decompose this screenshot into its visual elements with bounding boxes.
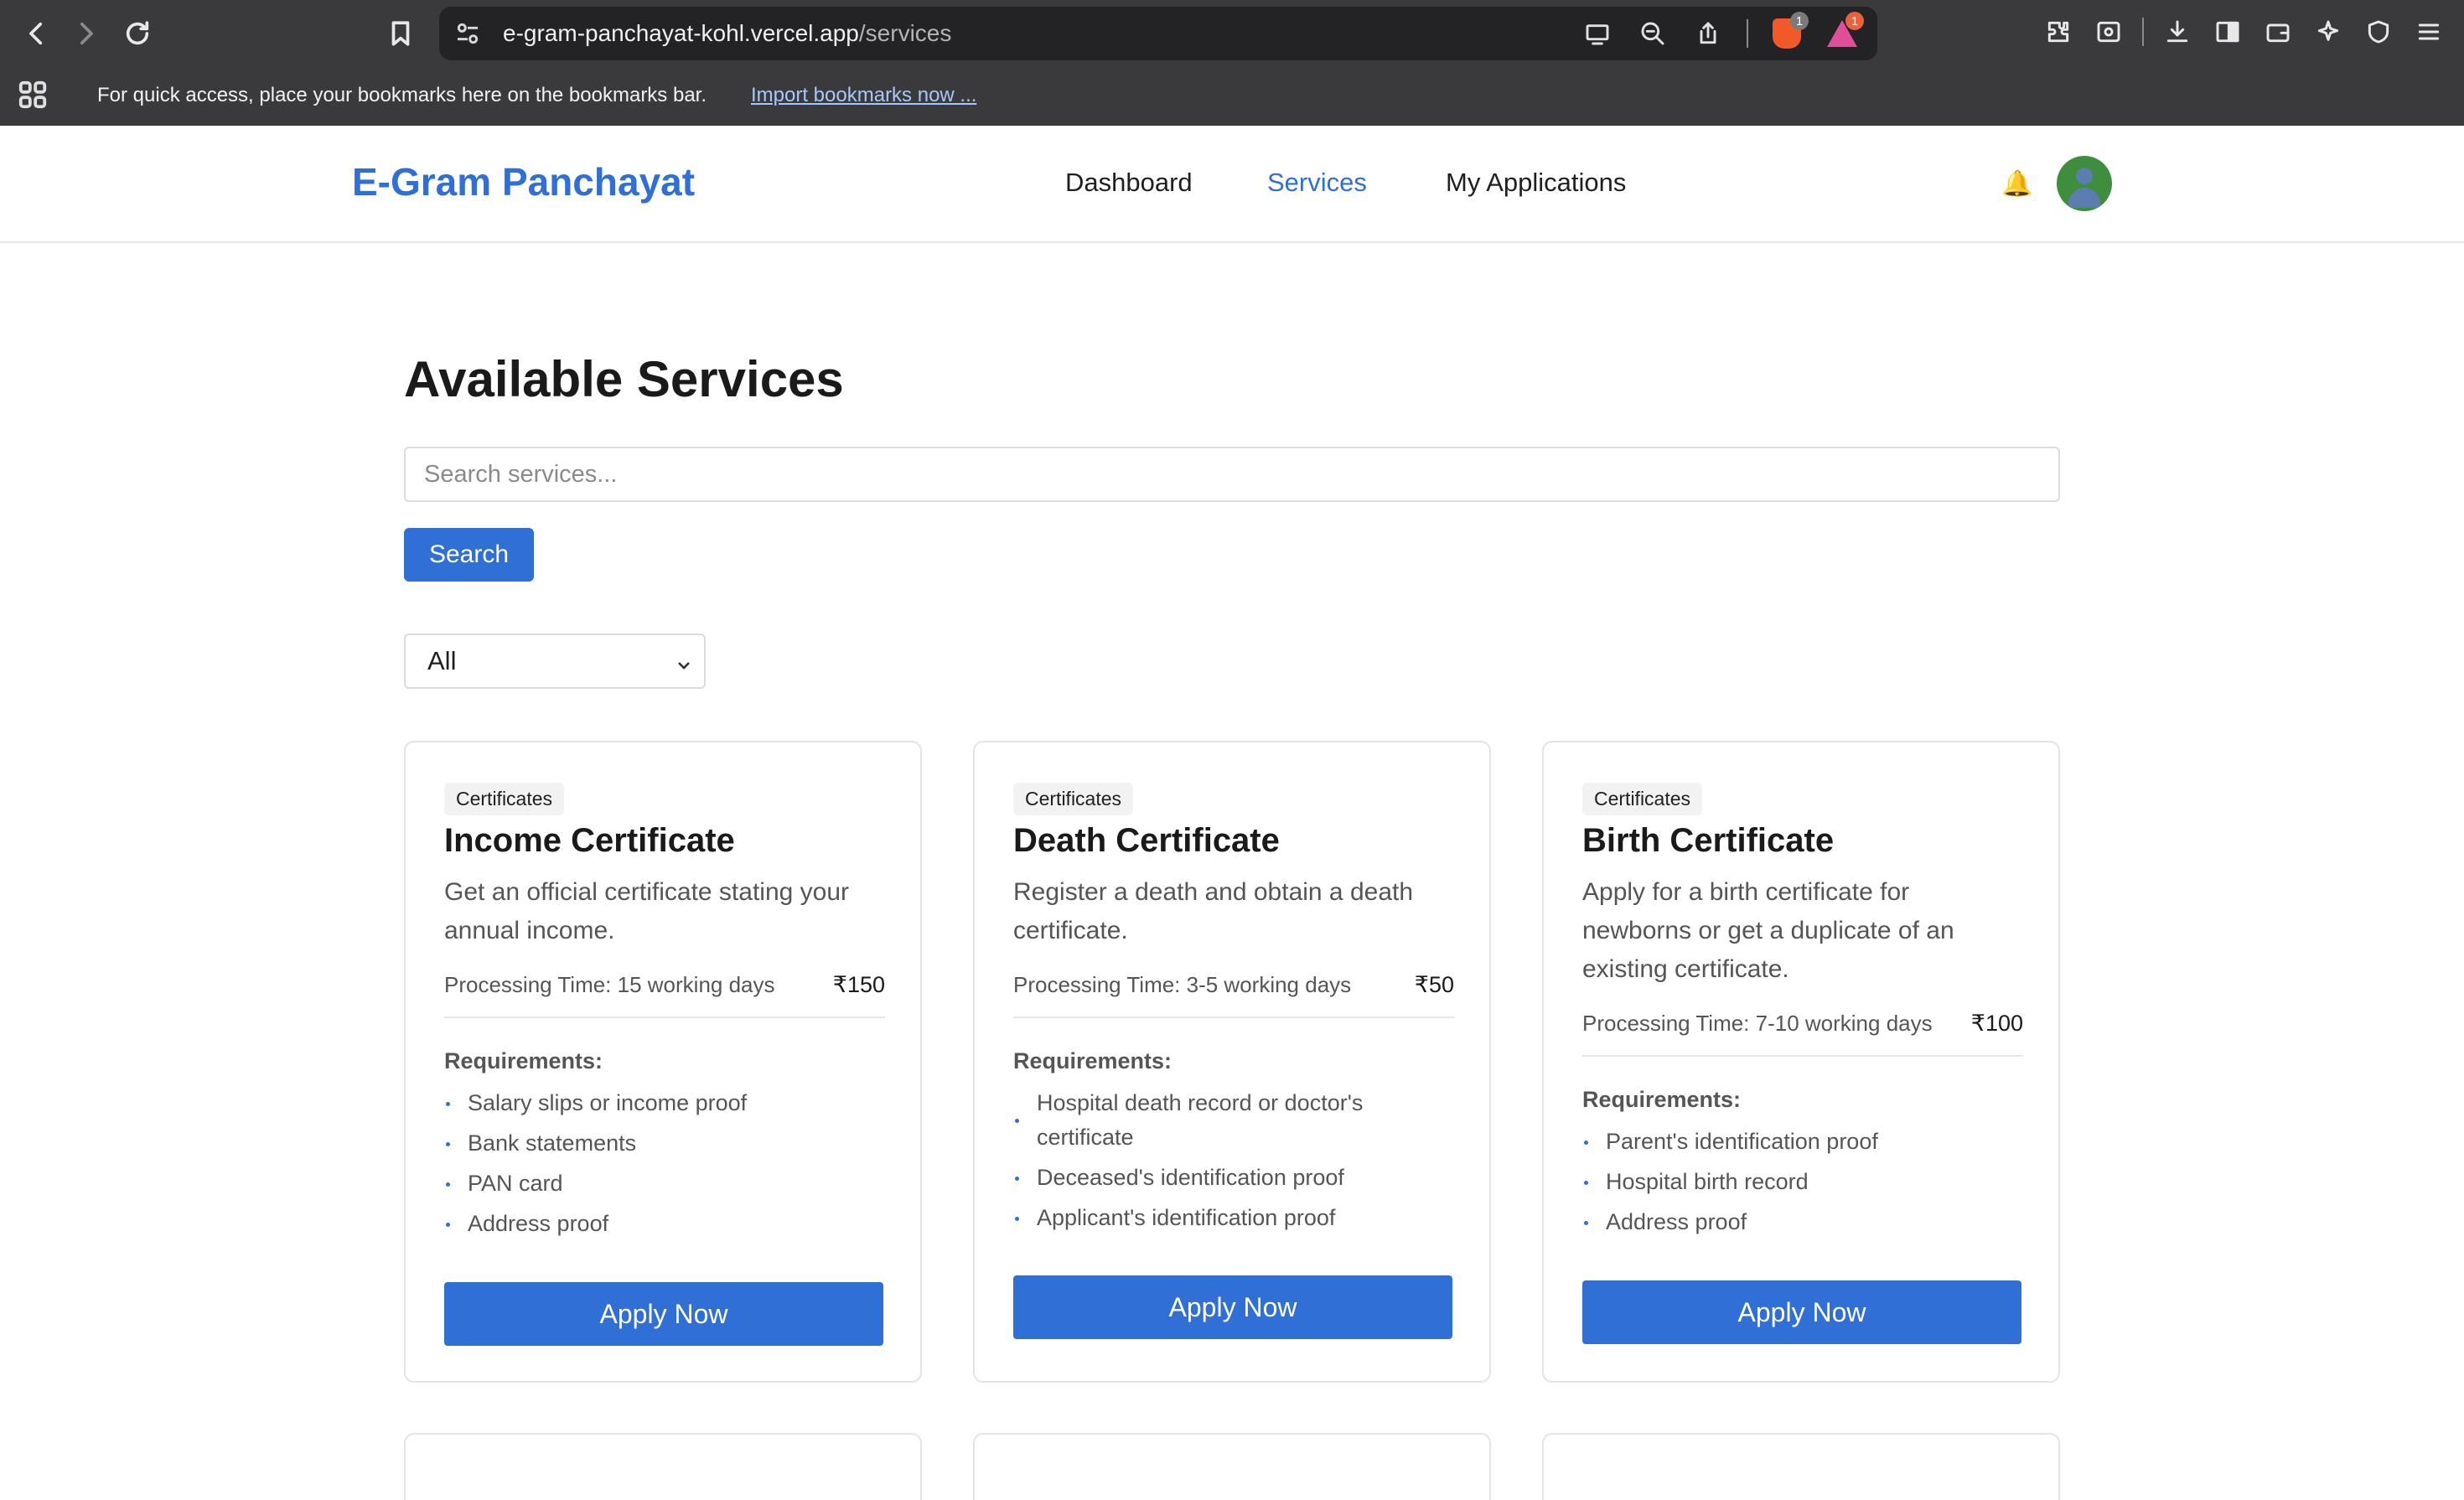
shields-badge: 1 (1790, 12, 1809, 30)
apply-now-button[interactable]: Apply Now (1582, 1280, 2021, 1344)
service-card-birth: Certificates Birth Certificate Apply for… (1542, 741, 2060, 1383)
vpn-shield-icon[interactable] (2362, 15, 2395, 49)
card-meta: Processing Time: 3-5 working days ₹50 (1013, 972, 1454, 998)
site-settings-icon[interactable] (454, 20, 481, 47)
card-title: Birth Certificate (1582, 822, 1835, 859)
requirement-item: Hospital death record or doctor's certif… (1013, 1086, 1454, 1155)
search-input[interactable] (404, 447, 2060, 502)
search-button[interactable]: Search (404, 528, 534, 582)
card-description: Get an official certificate stating your… (444, 878, 850, 944)
processing-time: Processing Time: 3-5 working days (1013, 972, 1352, 997)
divider (1582, 1055, 2023, 1057)
zoom-out-icon[interactable] (1636, 17, 1669, 50)
bookmarks-message: For quick access, place your bookmarks h… (97, 84, 707, 106)
nav-my-applications[interactable]: My Applications (1446, 168, 1626, 198)
card-description: Register a death and obtain a death cert… (1013, 878, 1414, 944)
category-filter-select[interactable]: All (404, 634, 706, 689)
extensions-icon[interactable] (2042, 15, 2075, 49)
requirement-item: Address proof (444, 1207, 885, 1241)
brand-logo[interactable]: E-Gram Panchayat (352, 159, 695, 204)
filter-selected-value: All (427, 646, 457, 675)
apply-now-button[interactable]: Apply Now (444, 1282, 883, 1346)
service-card-partial (1542, 1433, 2060, 1500)
browser-toolbar: e-gram-panchayat-kohl.vercel.app/service… (0, 0, 2464, 67)
service-fee: ₹100 (1970, 1011, 2023, 1036)
url-text[interactable]: e-gram-panchayat-kohl.vercel.app/service… (503, 20, 951, 47)
requirement-item: Applicant's identification proof (1013, 1201, 1454, 1235)
toolbar-separator (1747, 19, 1748, 48)
requirements-list: Parent's identification proof Hospital b… (1582, 1125, 2023, 1239)
import-bookmarks-link[interactable]: Import bookmarks now ... (751, 84, 976, 107)
requirements-heading: Requirements: (444, 1048, 603, 1073)
card-title: Death Certificate (1013, 822, 1280, 859)
chevron-down-icon (674, 652, 694, 672)
forward-icon[interactable] (67, 15, 104, 52)
divider (444, 1016, 885, 1018)
apply-now-button[interactable]: Apply Now (1013, 1275, 1452, 1339)
divider (1013, 1016, 1454, 1018)
service-fee: ₹150 (832, 972, 885, 997)
card-meta: Processing Time: 15 working days ₹150 (444, 972, 885, 998)
url-host: e-gram-panchayat-kohl.vercel.app (503, 20, 859, 46)
service-fee: ₹50 (1414, 972, 1454, 997)
requirements-heading: Requirements: (1582, 1087, 1742, 1112)
menu-icon[interactable] (2412, 15, 2446, 49)
card-meta: Processing Time: 7-10 working days ₹100 (1582, 1011, 2023, 1037)
requirements-heading: Requirements: (1013, 1048, 1172, 1073)
requirements-list: Salary slips or income proof Bank statem… (444, 1086, 885, 1241)
card-description: Apply for a birth certificate for newbor… (1582, 878, 1954, 983)
category-tag: Certificates (1013, 783, 1134, 815)
address-bar[interactable]: e-gram-panchayat-kohl.vercel.app/service… (439, 7, 1877, 60)
app-header: E-Gram Panchayat Dashboard Services My A… (0, 126, 2464, 243)
requirements-list: Hospital death record or doctor's certif… (1013, 1086, 1454, 1235)
bell-icon[interactable]: 🔔 (2001, 169, 2032, 199)
avatar[interactable] (2057, 156, 2112, 211)
brave-shields-icon[interactable]: 1 (1770, 12, 1809, 50)
reload-icon[interactable] (119, 15, 156, 52)
service-card-partial (404, 1433, 922, 1500)
service-card-income: Certificates Income Certificate Get an o… (404, 741, 922, 1383)
leo-ai-icon[interactable] (2311, 15, 2345, 49)
share-icon[interactable] (1691, 17, 1725, 50)
nav-dashboard[interactable]: Dashboard (1065, 168, 1193, 198)
requirement-item: Salary slips or income proof (444, 1086, 885, 1120)
bookmark-icon[interactable] (382, 15, 419, 52)
requirement-item: Deceased's identification proof (1013, 1161, 1454, 1195)
requirement-item: Bank statements (444, 1126, 885, 1161)
category-tag: Certificates (444, 783, 565, 815)
url-path: /services (858, 20, 952, 46)
category-tag: Certificates (1582, 783, 1703, 815)
requirement-item: PAN card (444, 1166, 885, 1201)
toolbar-separator-2 (2142, 18, 2144, 46)
back-icon[interactable] (18, 15, 55, 52)
nav-services[interactable]: Services (1267, 168, 1367, 198)
requirement-item: Parent's identification proof (1582, 1125, 2023, 1159)
processing-time: Processing Time: 15 working days (444, 972, 775, 997)
apps-grid-icon[interactable] (17, 79, 49, 111)
wallet-icon[interactable] (2261, 15, 2295, 49)
cast-icon[interactable] (1581, 17, 1614, 50)
card-title: Income Certificate (444, 822, 735, 859)
sidebar-toggle-icon[interactable] (2211, 15, 2244, 49)
brave-rewards-icon[interactable]: 1 (1825, 12, 1864, 50)
reader-mode-icon[interactable] (2092, 15, 2125, 49)
service-card-partial (973, 1433, 1491, 1500)
requirement-item: Hospital birth record (1582, 1165, 2023, 1199)
rewards-badge: 1 (1845, 12, 1864, 30)
processing-time: Processing Time: 7-10 working days (1582, 1011, 1933, 1036)
service-card-death: Certificates Death Certificate Register … (973, 741, 1491, 1383)
downloads-icon[interactable] (2161, 15, 2194, 49)
requirement-item: Address proof (1582, 1205, 2023, 1239)
page-title: Available Services (404, 351, 844, 407)
